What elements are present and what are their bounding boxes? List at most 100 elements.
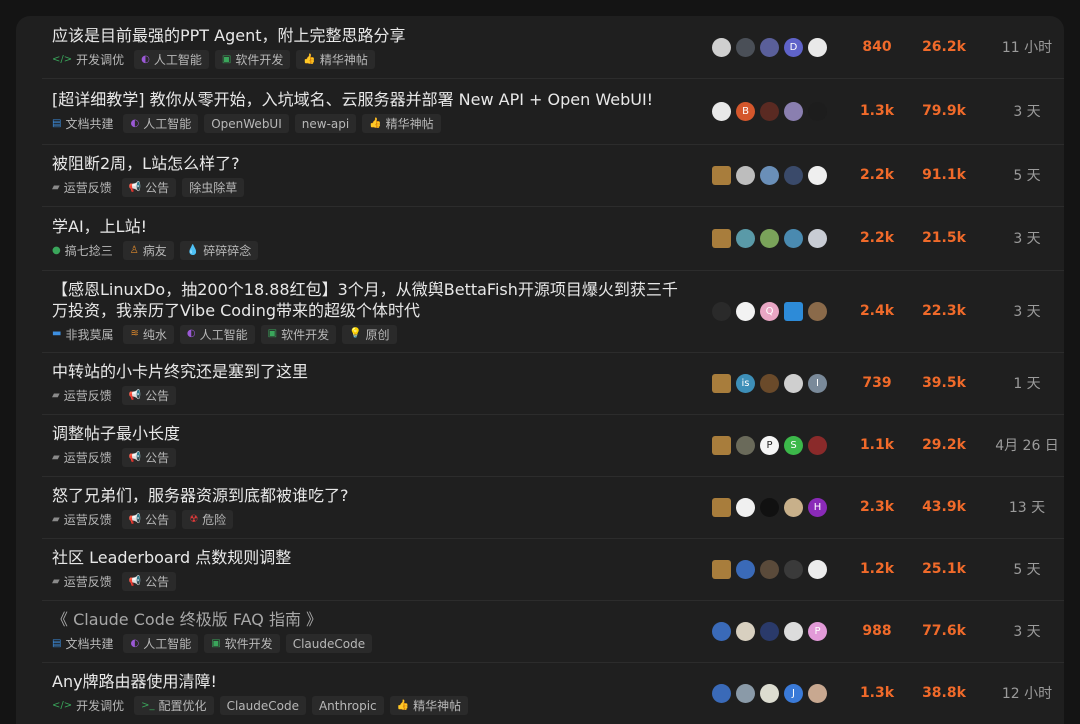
category-badge[interactable]: ▰ 运营反馈 — [48, 572, 116, 591]
avatar[interactable]: H — [808, 497, 827, 517]
topic-tag[interactable]: Anthropic — [311, 696, 384, 715]
topic-tag[interactable]: new-api — [294, 114, 357, 133]
avatar[interactable] — [712, 435, 731, 455]
avatar[interactable] — [784, 165, 803, 185]
reply-count[interactable]: 1.3k — [842, 685, 912, 701]
topic-title-link[interactable]: 《 Claude Code 终极版 FAQ 指南 》 — [52, 609, 692, 630]
category-badge[interactable]: ● 搞七捻三 — [48, 241, 117, 260]
topic-title-link[interactable]: [超详细教学] 教你从零开始，入坑域名、云服务器并部署 New API + Op… — [52, 89, 692, 110]
topic-row[interactable]: 【感恩LinuxDo，抽200个18.88红包】3个月，从微舆BettaFish… — [42, 270, 1064, 353]
avatar[interactable] — [712, 683, 731, 703]
activity-time[interactable]: 11 小时 — [992, 37, 1062, 57]
topic-title-link[interactable]: 应该是目前最强的PPT Agent，附上完整思路分享 — [52, 25, 692, 46]
avatar[interactable] — [760, 683, 779, 703]
topic-tag[interactable]: ◐ 人工智能 — [134, 50, 209, 69]
topic-tag[interactable]: ◐ 人工智能 — [123, 634, 199, 653]
topic-tag[interactable]: ▣ 软件开发 — [204, 634, 280, 653]
avatar[interactable] — [712, 373, 731, 393]
avatar[interactable] — [736, 165, 755, 185]
topic-tag[interactable]: ◐ 人工智能 — [179, 324, 255, 344]
topic-title-link[interactable]: Any牌路由器使用清障! — [52, 671, 692, 692]
topic-row[interactable]: [超详细教学] 教你从零开始，入坑域名、云服务器并部署 New API + Op… — [42, 78, 1064, 145]
avatar[interactable] — [784, 373, 803, 393]
reply-count[interactable]: 1.1k — [842, 437, 912, 453]
topic-tag[interactable]: 📢 公告 — [121, 572, 177, 591]
topic-row[interactable]: 应该是目前最强的PPT Agent，附上完整思路分享 </> 开发调优 ◐ 人工智能 ▣ 软… — [42, 16, 1064, 79]
topic-tag[interactable]: 📢 公告 — [121, 178, 177, 197]
avatar[interactable] — [712, 101, 731, 121]
category-badge[interactable]: ▬ 非我莫属 — [48, 325, 117, 344]
topic-title-link[interactable]: 怒了兄弟们，服务器资源到底都被谁吃了? — [52, 485, 692, 506]
avatar[interactable] — [760, 621, 779, 641]
activity-time[interactable]: 5 天 — [992, 165, 1062, 185]
avatar[interactable] — [736, 435, 755, 455]
topic-tag[interactable]: >_ 配置优化 — [134, 696, 214, 715]
avatar[interactable] — [784, 301, 803, 321]
avatar[interactable] — [808, 228, 827, 248]
activity-time[interactable]: 3 天 — [992, 621, 1062, 641]
avatar[interactable] — [736, 301, 755, 321]
category-badge[interactable]: ▰ 运营反馈 — [48, 510, 116, 529]
category-badge[interactable]: </> 开发调优 — [48, 696, 128, 715]
reply-count[interactable]: 739 — [842, 375, 912, 391]
avatar[interactable] — [784, 621, 803, 641]
avatar[interactable] — [808, 559, 827, 579]
avatar[interactable]: D — [784, 37, 803, 57]
topic-tag[interactable]: 👍 精华神帖 — [389, 696, 469, 715]
avatar[interactable] — [736, 559, 755, 579]
category-badge[interactable]: ▤ 文档共建 — [48, 114, 117, 133]
topic-row[interactable]: 被阻断2周，L站怎么样了? ▰ 运营反馈 📢 公告 除虫除草 2.2k 91.1k 5 天 — [42, 144, 1064, 207]
reply-count[interactable]: 1.3k — [842, 103, 912, 119]
avatar[interactable] — [784, 497, 803, 517]
avatar[interactable] — [712, 301, 731, 321]
avatar[interactable]: B — [736, 101, 755, 121]
activity-time[interactable]: 12 小时 — [992, 683, 1062, 703]
activity-time[interactable]: 3 天 — [992, 301, 1062, 321]
topic-tag[interactable]: ClaudeCode — [219, 696, 306, 715]
topic-title-link[interactable]: 【感恩LinuxDo，抽200个18.88红包】3个月，从微舆BettaFish… — [52, 279, 692, 321]
topic-tag[interactable]: 💡 原创 — [342, 324, 397, 344]
reply-count[interactable]: 2.2k — [842, 167, 912, 183]
topic-title-link[interactable]: 学AI，上L站! — [52, 216, 692, 237]
avatar[interactable] — [784, 101, 803, 121]
topic-title-link[interactable]: 社区 Leaderboard 点数规则调整 — [52, 547, 692, 568]
avatar[interactable] — [736, 621, 755, 641]
topic-row[interactable]: 社区 Leaderboard 点数规则调整 ▰ 运营反馈 📢 公告 1.2k 25.1k 5 … — [42, 538, 1064, 601]
category-badge[interactable]: ▰ 运营反馈 — [48, 386, 116, 405]
topic-row[interactable]: 调整帖子最小长度 ▰ 运营反馈 📢 公告 P S 1.1k 29.2k 4月 26 日 — [42, 414, 1064, 477]
avatar[interactable]: J — [784, 683, 803, 703]
category-badge[interactable]: </> 开发调优 — [48, 50, 128, 69]
activity-time[interactable]: 3 天 — [992, 228, 1062, 248]
avatar[interactable] — [712, 165, 731, 185]
topic-title-link[interactable]: 中转站的小卡片终究还是塞到了这里 — [52, 361, 692, 382]
avatar[interactable]: is — [736, 373, 755, 393]
topic-row[interactable]: 中转站的小卡片终究还是塞到了这里 ▰ 运营反馈 📢 公告 is I 739 39.5k 1 天 — [42, 352, 1064, 415]
avatar[interactable] — [760, 228, 779, 248]
topic-tag[interactable]: 除虫除草 — [182, 178, 245, 197]
category-badge[interactable]: ▰ 运营反馈 — [48, 178, 116, 197]
avatar[interactable]: S — [784, 435, 803, 455]
topic-tag[interactable]: 📢 公告 — [121, 386, 177, 405]
reply-count[interactable]: 988 — [842, 623, 912, 639]
reply-count[interactable]: 1.2k — [842, 561, 912, 577]
avatar[interactable] — [808, 435, 827, 455]
avatar[interactable] — [760, 37, 779, 57]
topic-tag[interactable]: ♙ 病友 — [122, 241, 174, 260]
topic-tag[interactable]: ◐ 人工智能 — [123, 114, 199, 133]
avatar[interactable] — [808, 165, 827, 185]
avatar[interactable] — [808, 101, 827, 121]
avatar[interactable] — [808, 301, 827, 321]
avatar[interactable] — [712, 621, 731, 641]
topic-tag[interactable]: 👍 精华神帖 — [296, 50, 375, 69]
topic-title-link[interactable]: 被阻断2周，L站怎么样了? — [52, 153, 692, 174]
topic-row[interactable]: 学AI，上L站! ● 搞七捻三 ♙ 病友 💧 碎碎碎念 2.2k 21.5k 3 天 — [42, 206, 1064, 271]
avatar[interactable] — [736, 228, 755, 248]
activity-time[interactable]: 3 天 — [992, 101, 1062, 121]
topic-row[interactable]: Any牌路由器使用清障! </> 开发调优 >_ 配置优化 ClaudeCode Anthr… — [42, 662, 1064, 724]
topic-tag[interactable]: 📢 公告 — [121, 510, 177, 529]
avatar[interactable] — [760, 101, 779, 121]
avatar[interactable] — [712, 228, 731, 248]
topic-tag[interactable]: ▣ 软件开发 — [214, 50, 291, 69]
avatar[interactable] — [736, 37, 755, 57]
avatar[interactable] — [808, 37, 827, 57]
